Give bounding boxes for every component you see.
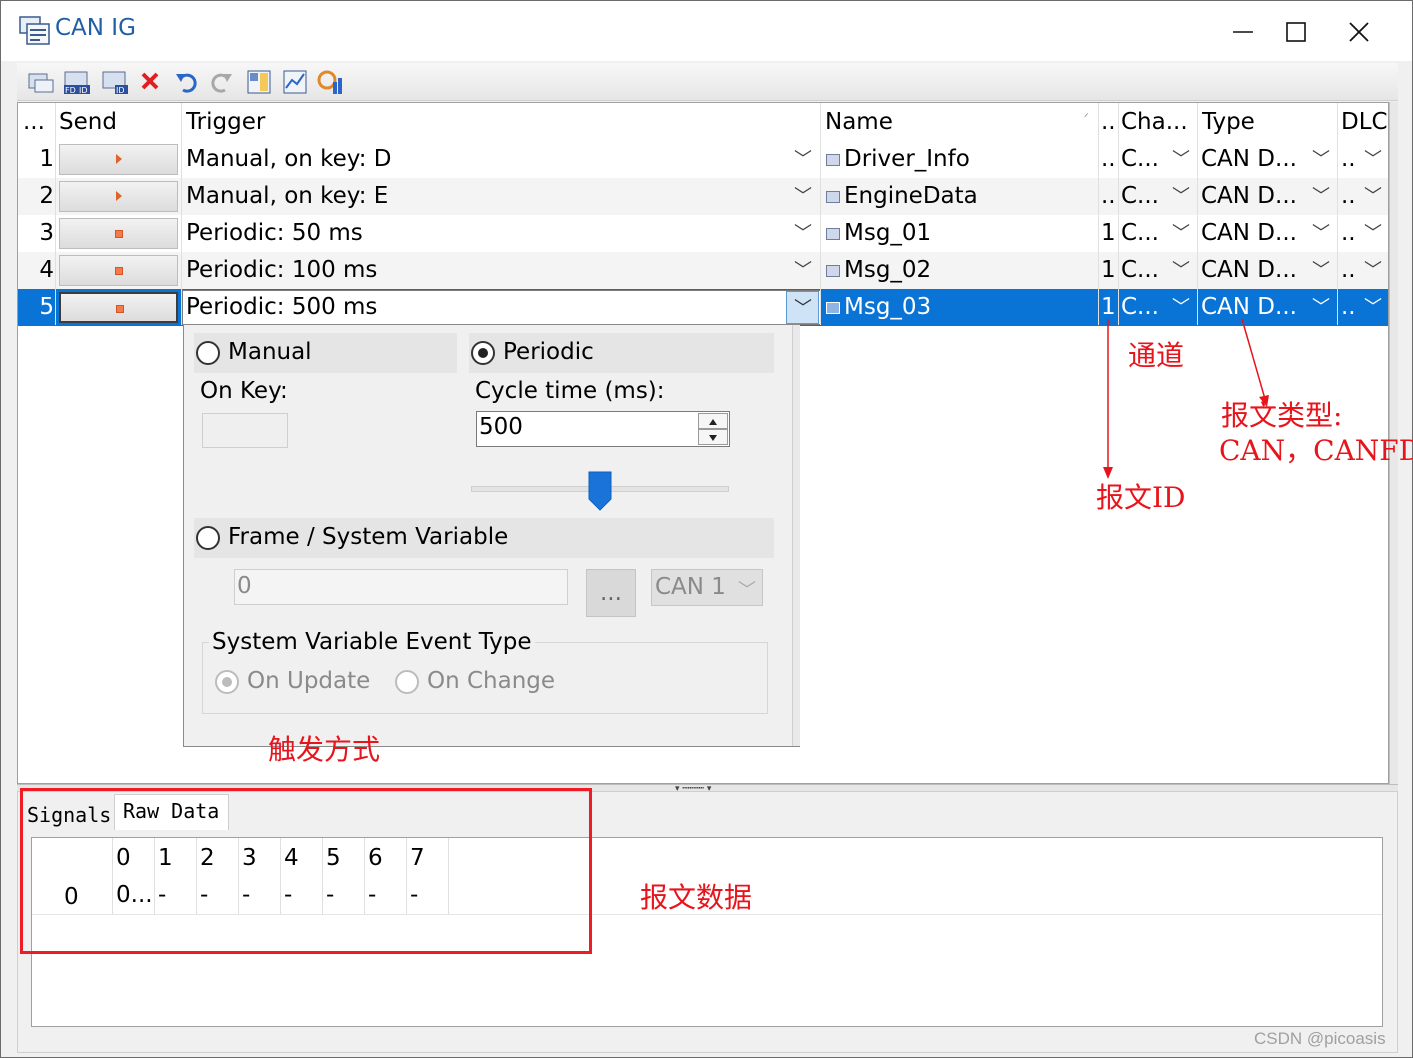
annotation-channel: 通道 (1128, 339, 1185, 372)
app-window: CAN IG FD ID ID ... Send Trigger Name .. … (0, 0, 1413, 1058)
watermark: CSDN @picoasis (1254, 1029, 1386, 1048)
annotation-message-id: 报文ID (1096, 481, 1186, 514)
annotation-highlight-box (20, 788, 592, 954)
annotation-message-data: 报文数据 (640, 881, 753, 914)
arrow-line (1241, 318, 1266, 400)
annotation-trigger-mode: 触发方式 (268, 733, 381, 766)
annotation-message-type: 报文类型: (1221, 399, 1343, 432)
annotation-message-type-values: CAN，CANFD (1219, 434, 1413, 467)
